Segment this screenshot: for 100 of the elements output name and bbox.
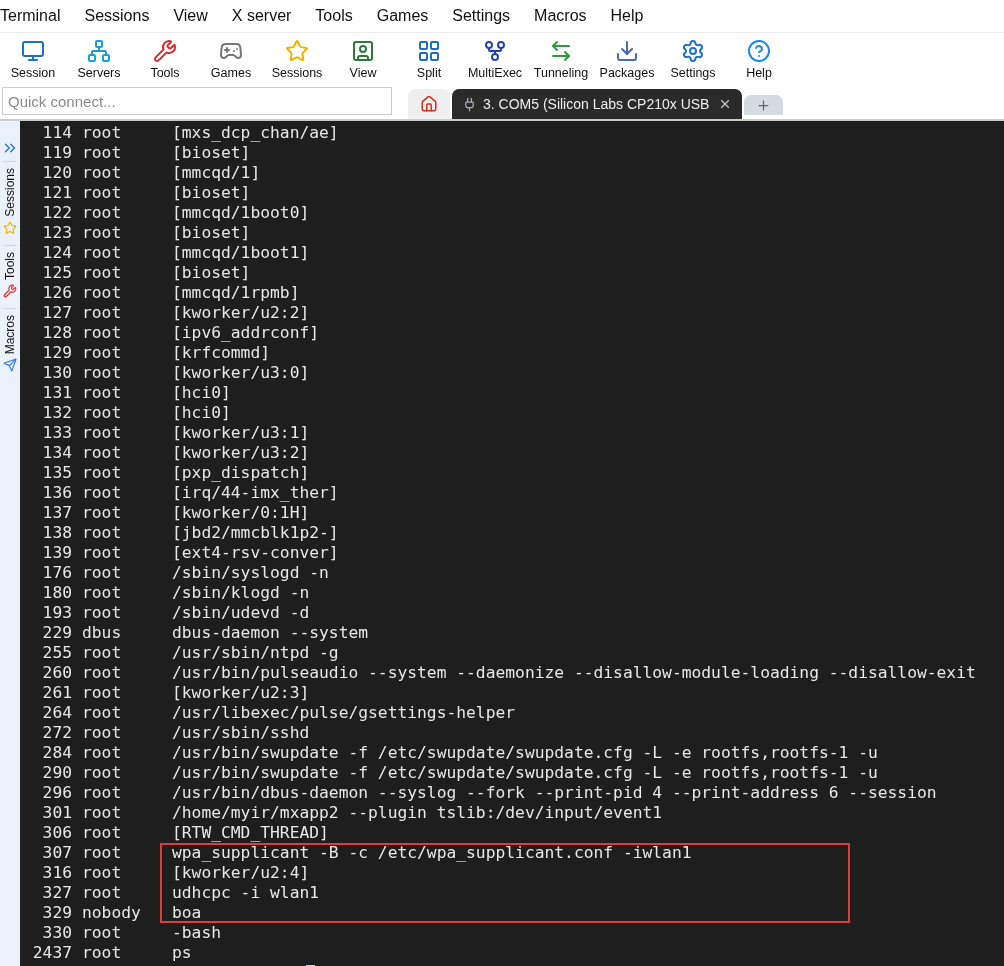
pid-text: 120 [41, 162, 72, 182]
download-icon [615, 38, 639, 63]
pid-text: 290 [41, 762, 72, 782]
toolbar-button[interactable]: Tunneling [528, 38, 594, 80]
pid-text: 180 [41, 582, 72, 602]
toolbar-button[interactable]: View [330, 38, 396, 80]
user-text: root [82, 802, 123, 822]
user-text: root [82, 162, 123, 182]
command-text: /usr/sbin/sshd [172, 722, 310, 742]
toolbar-button[interactable]: Games [198, 38, 264, 80]
command-text: /usr/bin/pulseaudio --system --daemonize --disallow-module-loading --disallow-exit [172, 662, 976, 682]
monitor-icon [21, 38, 45, 63]
pid-text: 260 [41, 662, 72, 682]
user-text: root [82, 882, 123, 902]
command-text: /sbin/klogd -n [172, 582, 310, 602]
pid-text: 261 [41, 682, 72, 702]
toolbar-button[interactable]: Sessions [264, 38, 330, 80]
menu-item[interactable]: Settings [449, 7, 522, 25]
pid-text: 284 [41, 742, 72, 762]
command-text: [hci0] [172, 382, 231, 402]
user-text: root [82, 762, 123, 782]
command-text: [ipv6_addrconf] [172, 322, 320, 342]
toolbar-button[interactable]: Packages [594, 38, 660, 80]
pid-text: 255 [41, 642, 72, 662]
sidebar-tab[interactable]: Tools [3, 251, 17, 280]
user-text: root [82, 782, 123, 802]
command-text: udhcpc -i wlan1 [172, 882, 320, 902]
pid-text: 114 [41, 122, 72, 142]
menu-item[interactable]: Games [373, 7, 440, 25]
pid-text: 2437 [32, 942, 72, 962]
user-text: root [82, 942, 123, 962]
pid-text: 132 [41, 402, 72, 422]
toolbar-button[interactable]: Settings [660, 38, 726, 80]
command-text: /sbin/udevd -d [172, 602, 310, 622]
command-text: [bioset] [172, 222, 251, 242]
toolbar-button[interactable]: Tools [132, 38, 198, 80]
pid-text: 123 [41, 222, 72, 242]
user-text: root [82, 522, 123, 542]
pid-text: 138 [41, 522, 72, 542]
user-text: root [82, 642, 123, 662]
quick-connect-field[interactable]: Quick connect... [2, 87, 392, 115]
command-text: boa [172, 902, 202, 922]
menu-item[interactable]: Tools [312, 7, 364, 25]
pid-text: 327 [41, 882, 72, 902]
command-text: [kworker/0:1H] [172, 502, 310, 522]
toolbar-button[interactable]: Servers [66, 38, 132, 80]
command-text: [mmcqd/1rpmb] [172, 282, 300, 302]
menu-item[interactable]: X server [228, 7, 303, 25]
toolbar-button[interactable]: Session [0, 38, 66, 80]
user-text: root [82, 442, 123, 462]
fork-icon [483, 38, 507, 63]
user-text: root [82, 562, 123, 582]
plus-icon [756, 97, 771, 113]
command-text: [bioset] [172, 182, 251, 202]
user-text: root [82, 362, 123, 382]
settings-icon [681, 38, 705, 63]
pid-text: 128 [41, 322, 72, 342]
session-tab[interactable]: 3. COM5 (Silicon Labs CP210x USB [452, 89, 742, 119]
command-text: [kworker/u2:3] [172, 682, 310, 702]
pid-text: 126 [41, 282, 72, 302]
home-icon [420, 95, 438, 113]
pid-text: 121 [41, 182, 72, 202]
pid-text: 127 [41, 302, 72, 322]
command-text: [kworker/u3:0] [172, 362, 310, 382]
pid-text: 193 [41, 602, 72, 622]
command-text: [bioset] [172, 142, 251, 162]
user-text: root [82, 222, 123, 242]
menu-item[interactable]: View [170, 7, 219, 25]
pid-text: 131 [41, 382, 72, 402]
pid-text: 264 [41, 702, 72, 722]
user-text: root [82, 422, 123, 442]
user-text: root [82, 682, 123, 702]
user-text: root [82, 842, 123, 862]
menu-item[interactable]: Help [607, 7, 655, 25]
user-text: root [82, 662, 123, 682]
sidebar-tab[interactable]: Macros [3, 314, 17, 355]
command-text: dbus-daemon --system [172, 622, 369, 642]
user-text: root [82, 122, 123, 142]
pid-text: 296 [41, 782, 72, 802]
close-icon[interactable] [718, 97, 732, 111]
pid-text: 137 [41, 502, 72, 522]
toolbar-button[interactable]: Help [726, 38, 792, 80]
sidebar-tab[interactable]: Sessions [3, 168, 17, 217]
command-text: /usr/bin/swupdate -f /etc/swupdate/swupdate.cfg -L -e rootfs,rootfs-1 -u [172, 762, 878, 782]
menu-item[interactable]: Sessions [81, 7, 161, 25]
toolbar-button[interactable]: MultiExec [462, 38, 528, 80]
user-text: root [82, 542, 123, 562]
new-tab-button[interactable] [744, 95, 783, 115]
user-text: root [82, 702, 123, 722]
user-text: root [82, 502, 123, 522]
home-tab[interactable] [408, 89, 450, 119]
command-text: [jbd2/mmcblk1p2-] [172, 522, 339, 542]
menu-item[interactable]: Macros [531, 7, 598, 25]
menu-item[interactable]: Terminal [0, 7, 72, 25]
pid-text: 139 [41, 542, 72, 562]
command-text: [mxs_dcp_chan/ae] [172, 122, 339, 142]
command-text: /usr/bin/dbus-daemon --syslog --fork --print-pid 4 --print-address 6 --session [172, 782, 937, 802]
star-icon [3, 220, 17, 235]
toolbar-button[interactable]: Split [396, 38, 462, 80]
command-text: [bioset] [172, 262, 251, 282]
